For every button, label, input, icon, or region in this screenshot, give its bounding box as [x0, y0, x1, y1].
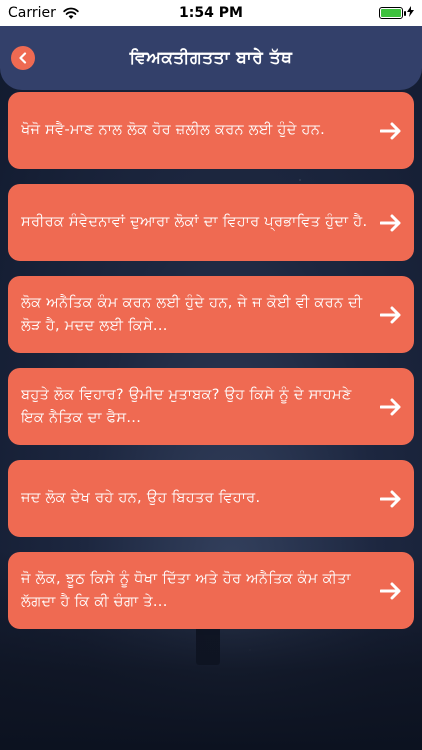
- status-right: [379, 6, 414, 20]
- fact-text: ਬਹੁਤੇ ਲੋਕ ਵਿਹਾਰ? ਉਮੀਦ ਮੁਤਾਬਕ? ਉਹ ਕਿਸੇ ਨੂ…: [21, 386, 352, 426]
- arrow-right-icon[interactable]: [372, 392, 402, 422]
- arrow-right-icon[interactable]: [372, 300, 402, 330]
- chevron-left-icon: [18, 49, 28, 68]
- battery-level: [381, 9, 401, 17]
- arrow-right-icon[interactable]: [372, 208, 402, 238]
- fact-card-5[interactable]: ਜਦ ਲੋਕ ਦੇਖ ਰਹੇ ਹਨ, ਉਹ ਬਿਹਤਰ ਵਿਹਾਰ.: [8, 460, 414, 537]
- status-left: Carrier: [8, 5, 80, 21]
- arrow-right-icon[interactable]: [372, 484, 402, 514]
- battery-icon: [379, 7, 406, 19]
- back-button[interactable]: [11, 46, 35, 70]
- carrier-label: Carrier: [8, 5, 56, 21]
- fact-text: ਖੋਜੋ ਸਵੈ-ਮਾਣ ਨਾਲ ਲੋਕ ਹੋਰ ਜ਼ਲੀਲ ਕਰਨ ਲਈ ਹੁ…: [21, 122, 326, 138]
- facts-list: ਖੋਜੋ ਸਵੈ-ਮਾਣ ਨਾਲ ਲੋਕ ਹੋਰ ਜ਼ਲੀਲ ਕਰਨ ਲਈ ਹੁ…: [8, 92, 414, 644]
- nav-header: ਵਿਅਕਤੀਗਤਤਾ ਬਾਰੇ ਤੱਥ: [0, 26, 422, 90]
- fact-text: ਜਦ ਲੋਕ ਦੇਖ ਰਹੇ ਹਨ, ਉਹ ਬਿਹਤਰ ਵਿਹਾਰ.: [21, 490, 261, 506]
- fact-card-1[interactable]: ਖੋਜੋ ਸਵੈ-ਮਾਣ ਨਾਲ ਲੋਕ ਹੋਰ ਜ਼ਲੀਲ ਕਰਨ ਲਈ ਹੁ…: [8, 92, 414, 169]
- arrow-right-icon[interactable]: [372, 576, 402, 606]
- charging-icon: [407, 6, 414, 20]
- fact-card-4[interactable]: ਬਹੁਤੇ ਲੋਕ ਵਿਹਾਰ? ਉਮੀਦ ਮੁਤਾਬਕ? ਉਹ ਕਿਸੇ ਨੂ…: [8, 368, 414, 445]
- fact-card-3[interactable]: ਲੋਕ ਅਨੈਤਿਕ ਕੰਮ ਕਰਨ ਲਈ ਹੁੰਦੇ ਹਨ, ਜੇ ਜ ਕੋਈ…: [8, 276, 414, 353]
- arrow-right-icon[interactable]: [372, 116, 402, 146]
- fact-card-2[interactable]: ਸਰੀਰਕ ਸੰਵੇਦਨਾਵਾਂ ਦੁਆਰਾ ਲੋਕਾਂ ਦਾ ਵਿਹਾਰ ਪ੍…: [8, 184, 414, 261]
- page-title: ਵਿਅਕਤੀਗਤਤਾ ਬਾਰੇ ਤੱਥ: [129, 48, 293, 68]
- status-bar: Carrier 1:54 PM: [0, 0, 422, 26]
- fact-text: ਲੋਕ ਅਨੈਤਿਕ ਕੰਮ ਕਰਨ ਲਈ ਹੁੰਦੇ ਹਨ, ਜੇ ਜ ਕੋਈ…: [21, 294, 363, 334]
- fact-card-6[interactable]: ਜੋ ਲੋਕ, ਝੂਠ ਕਿਸੇ ਨੂੰ ਧੋਖਾ ਦਿੱਤਾ ਅਤੇ ਹੋਰ …: [8, 552, 414, 629]
- fact-text: ਸਰੀਰਕ ਸੰਵੇਦਨਾਵਾਂ ਦੁਆਰਾ ਲੋਕਾਂ ਦਾ ਵਿਹਾਰ ਪ੍…: [21, 214, 368, 230]
- wifi-icon: [62, 6, 80, 20]
- fact-text: ਜੋ ਲੋਕ, ਝੂਠ ਕਿਸੇ ਨੂੰ ਧੋਖਾ ਦਿੱਤਾ ਅਤੇ ਹੋਰ …: [21, 570, 351, 610]
